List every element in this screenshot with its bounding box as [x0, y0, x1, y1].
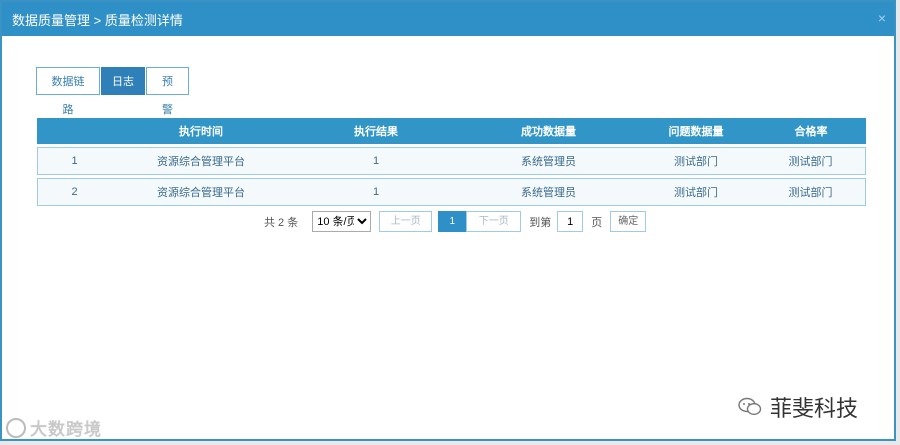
watermark-left-text: 大数跨境: [30, 420, 102, 439]
total-count: 共 2 条: [264, 216, 299, 229]
column-header-exec-result: 执行结果: [291, 118, 461, 144]
log-table: 执行时间 执行结果 成功数据量 问题数据量 合格率 1 资源综合管理平台 1 系…: [37, 115, 866, 209]
dialog-titlebar: 数据质量管理 > 质量检测详情 ×: [2, 2, 894, 36]
tab-alert[interactable]: 预警: [146, 67, 189, 116]
page-size-select[interactable]: 10 条/页: [312, 211, 372, 232]
cell-problem-count: 测试部门: [636, 178, 756, 206]
column-header-problem-count: 问题数据量: [636, 118, 756, 144]
cell-index: 2: [37, 178, 111, 206]
column-header-index: [37, 118, 111, 144]
dialog-title: 数据质量管理 > 质量检测详情: [12, 12, 183, 28]
table-row[interactable]: 2 资源综合管理平台 1 系统管理员 测试部门 测试部门: [37, 178, 866, 206]
watermark-logo-icon: [6, 417, 26, 438]
tab-data-lineage[interactable]: 数据链路: [36, 67, 100, 116]
next-page-button[interactable]: 下一页: [466, 211, 522, 232]
cell-exec-time: 资源综合管理平台: [111, 147, 291, 175]
confirm-button[interactable]: 确定: [610, 211, 647, 232]
cell-pass-rate: 测试部门: [756, 147, 866, 175]
cell-pass-rate: 测试部门: [756, 178, 866, 206]
quality-detail-dialog: 数据质量管理 > 质量检测详情 × 数据链路 日志 预警 执行时间 执行结果 成…: [0, 0, 896, 441]
goto-page-input[interactable]: [557, 211, 584, 232]
cell-success-count: 系统管理员: [461, 178, 636, 206]
page-number-button[interactable]: 1: [438, 211, 467, 232]
goto-label: 到第: [529, 216, 552, 229]
table-header-row: 执行时间 执行结果 成功数据量 问题数据量 合格率: [37, 118, 866, 144]
watermark-left: 大数跨境: [6, 415, 102, 440]
cell-exec-time: 资源综合管理平台: [111, 178, 291, 206]
tab-log[interactable]: 日志: [101, 67, 145, 95]
prev-page-button[interactable]: 上一页: [379, 211, 433, 232]
cell-exec-result: 1: [291, 178, 461, 206]
cell-success-count: 系统管理员: [461, 147, 636, 175]
tab-bar: 数据链路 日志 预警: [36, 67, 189, 116]
watermark-right-text: 菲斐科技: [770, 396, 859, 421]
column-header-success-count: 成功数据量: [461, 118, 636, 144]
cell-problem-count: 测试部门: [636, 147, 756, 175]
column-header-pass-rate: 合格率: [756, 118, 866, 144]
close-icon[interactable]: ×: [878, 10, 886, 26]
wechat-icon: [738, 397, 762, 416]
column-header-exec-time: 执行时间: [111, 118, 291, 144]
watermark-right: 菲斐科技: [738, 391, 858, 423]
cell-exec-result: 1: [291, 147, 461, 175]
goto-unit: 页: [591, 216, 603, 229]
cell-index: 1: [37, 147, 111, 175]
table-row[interactable]: 1 资源综合管理平台 1 系统管理员 测试部门 测试部门: [37, 147, 866, 175]
pagination: 共 2 条 10 条/页 上一页 1 下一页 到第 页 确定: [264, 211, 647, 232]
